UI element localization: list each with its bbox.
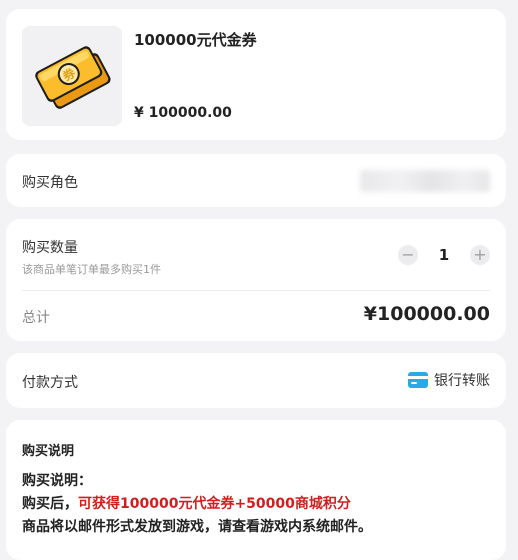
- description-body: 购买说明： 购买后，可获得100000元代金券+50000商城积分 商品将以邮件…: [22, 470, 490, 539]
- description-line-2-prefix: 购买后，: [22, 496, 78, 512]
- payment-method-label: 银行转账: [434, 373, 490, 389]
- product-thumbnail: 券: [22, 26, 122, 126]
- role-card[interactable]: 购买角色: [6, 154, 506, 207]
- payment-method[interactable]: 银行转账: [408, 370, 490, 390]
- total-value: ¥100000.00: [363, 303, 490, 325]
- quantity-value: 1: [438, 246, 450, 264]
- quantity-stepper: − 1 +: [398, 245, 490, 265]
- total-label: 总计: [22, 310, 50, 326]
- description-title: 购买说明: [22, 444, 75, 459]
- increase-button[interactable]: +: [470, 245, 490, 265]
- bank-card-icon: [408, 372, 428, 388]
- quantity-hint: 该商品单笔订单最多购买1件: [22, 263, 161, 276]
- quantity-label: 购买数量: [22, 240, 78, 256]
- description-line-1: 购买说明：: [22, 473, 92, 489]
- product-title: 100000元代金券: [134, 31, 257, 49]
- role-label: 购买角色: [22, 175, 78, 191]
- quantity-card: 购买数量 该商品单笔订单最多购买1件 − 1 + 总计 ¥100000.00: [6, 219, 506, 341]
- decrease-button[interactable]: −: [398, 245, 418, 265]
- product-price: ¥ 100000.00: [134, 105, 232, 121]
- description-line-3: 商品将以邮件形式发放到游戏，请查看游戏内系统邮件。: [22, 519, 372, 535]
- product-card: 券 100000元代金券 ¥ 100000.00: [6, 9, 506, 140]
- divider: [22, 290, 490, 291]
- role-value-redacted[interactable]: [360, 170, 490, 192]
- payment-label: 付款方式: [22, 375, 78, 391]
- description-card: 购买说明 购买说明： 购买后，可获得100000元代金券+50000商城积分 商…: [6, 420, 506, 560]
- description-line-2: 购买后，可获得100000元代金券+50000商城积分: [22, 493, 490, 516]
- description-reward-highlight: 可获得100000元代金券+50000商城积分: [78, 496, 351, 512]
- payment-card[interactable]: 付款方式 银行转账: [6, 353, 506, 408]
- gold-voucher-ticket-icon: 券: [35, 46, 111, 109]
